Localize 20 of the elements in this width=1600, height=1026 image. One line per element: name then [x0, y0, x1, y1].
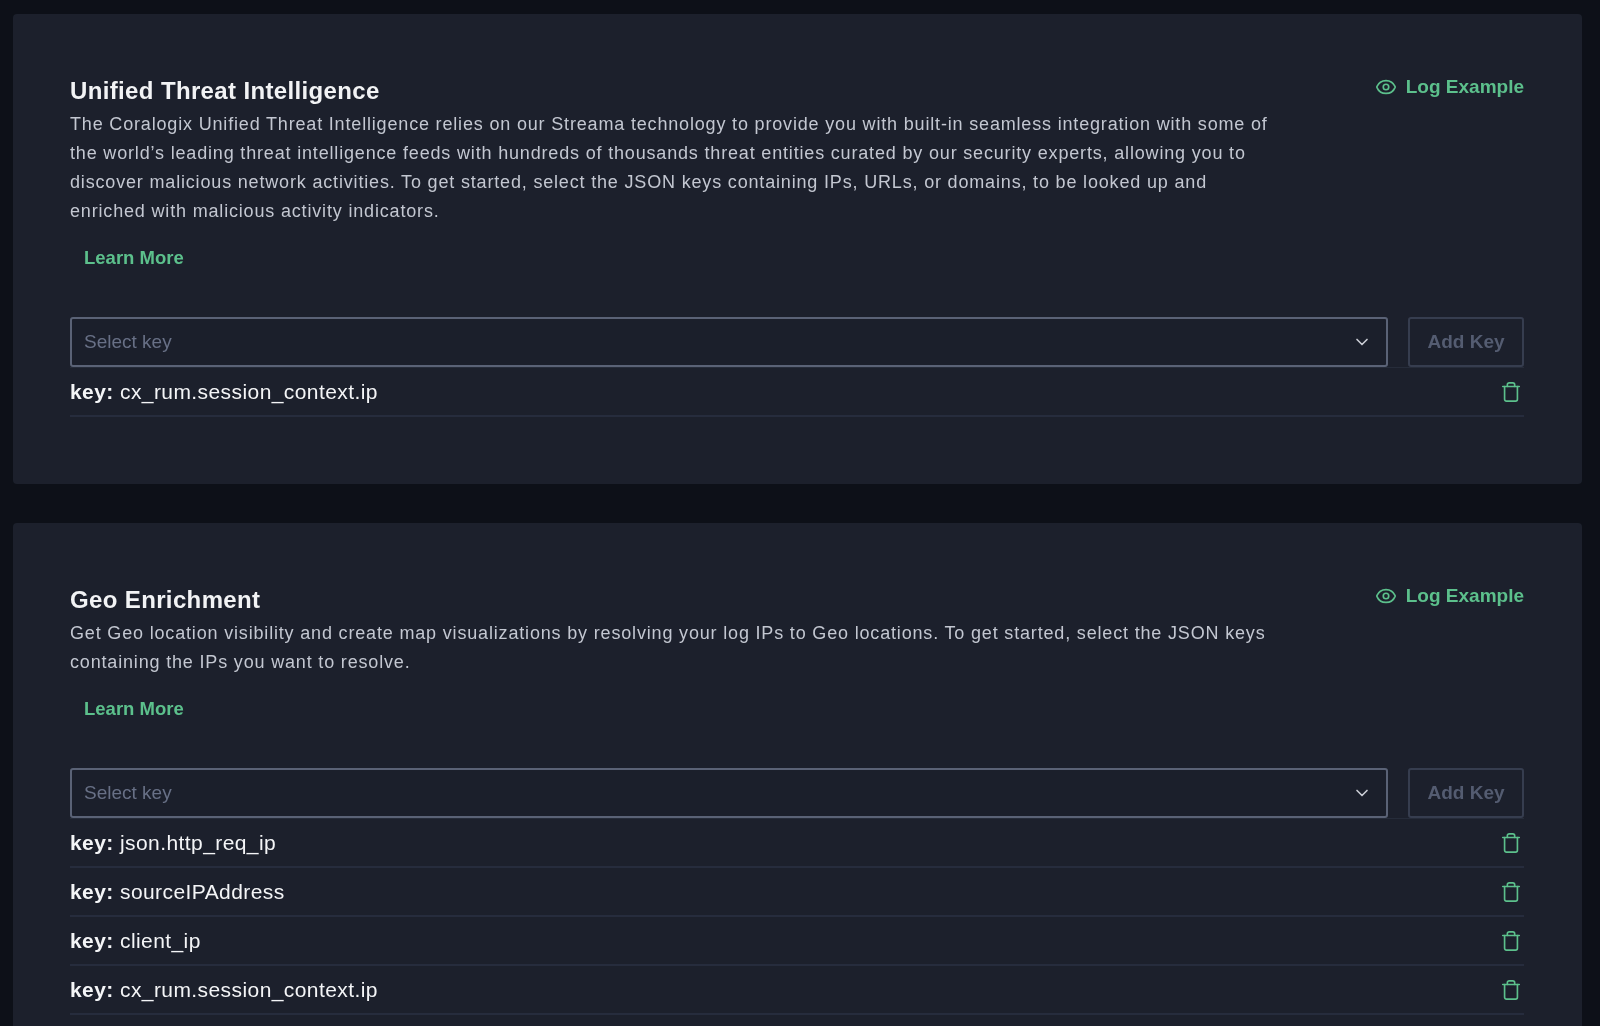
trash-icon[interactable]	[1500, 978, 1522, 1001]
section-title: Unified Threat Intelligence	[70, 76, 380, 106]
section-description: The Coralogix Unified Threat Intelligence relies on our Streama technology to provide you with built-in seamless integration with some of the world’s leading threat intelligence feeds with hundreds of thousands threat entities curated by our security experts, allowing you to discover malicious network activities. To get started, select the JSON keys containing IPs, URLs, or domains, to be looked up and enriched with malicious activity indicators.	[70, 113, 1269, 223]
key-entry: key: client_ip	[70, 927, 201, 955]
log-example-link[interactable]: Log Example	[1374, 73, 1524, 101]
log-example-link[interactable]: Log Example	[1374, 582, 1524, 610]
key-select[interactable]: Select key	[70, 768, 1388, 818]
trash-icon[interactable]	[1500, 831, 1522, 854]
trash-icon[interactable]	[1500, 929, 1522, 952]
section-description: Get Geo location visibility and create map visualizations by resolving your log IPs to Geo locations. To get started, select the JSON keys containing the IPs you want to resolve.	[70, 622, 1267, 674]
section-title: Geo Enrichment	[70, 585, 261, 615]
key-entry: key: cx_rum.session_context.ip	[70, 378, 378, 406]
key-entry: key: sourceIPAddress	[70, 878, 285, 905]
key-select[interactable]: Select key	[70, 317, 1388, 367]
learn-more-link[interactable]: Learn More	[70, 236, 198, 280]
key-entry: key: cx_rum.session_context.ip	[70, 976, 378, 1004]
trash-icon[interactable]	[1500, 380, 1522, 403]
learn-more-link[interactable]: Learn More	[70, 687, 198, 731]
trash-icon[interactable]	[1500, 880, 1522, 903]
key-entry: key: json.http_req_ip	[70, 829, 277, 857]
